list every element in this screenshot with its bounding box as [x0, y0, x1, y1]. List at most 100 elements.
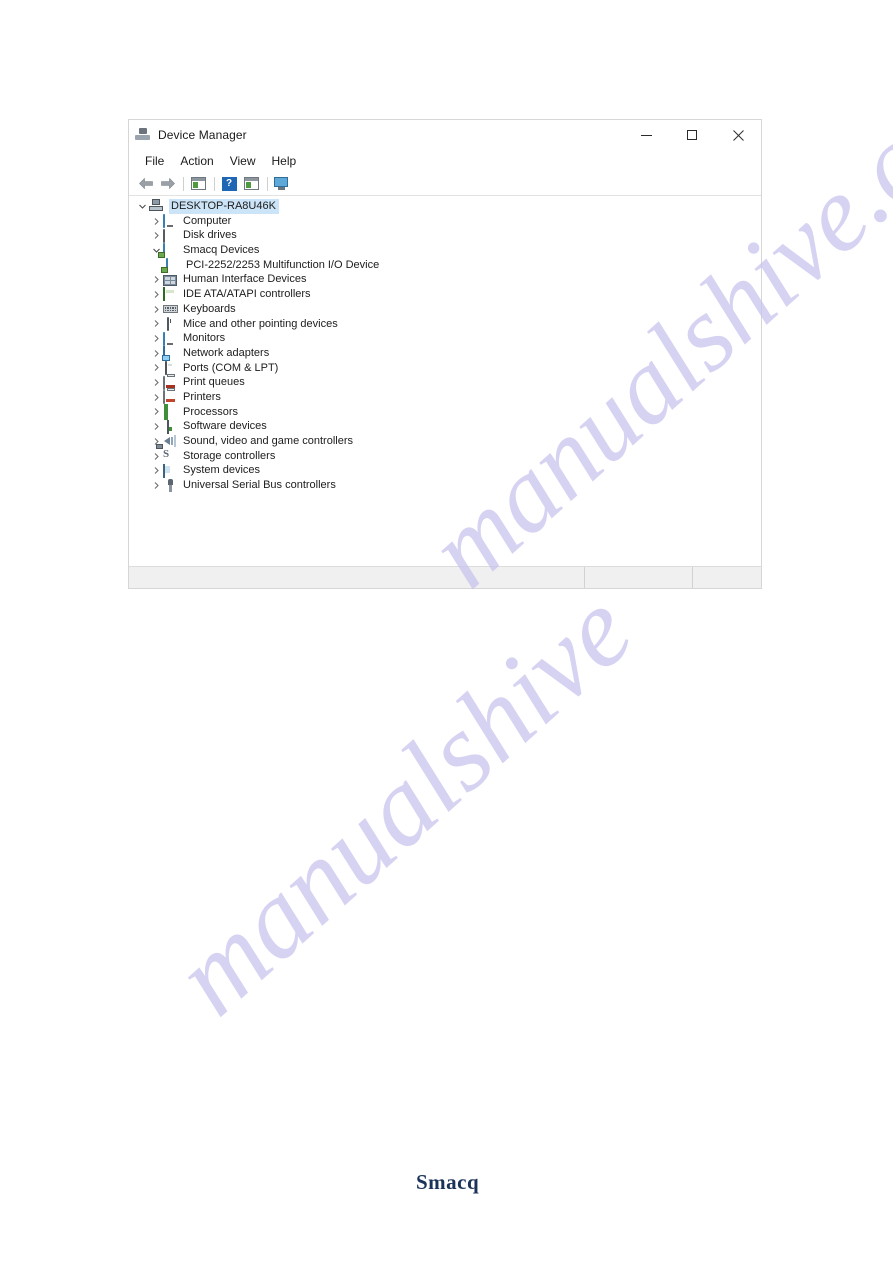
properties-button[interactable]: [188, 174, 208, 194]
processor-icon: [163, 403, 179, 420]
tree-item-label: Ports (COM & LPT): [183, 361, 279, 374]
chevron-right-icon[interactable]: [149, 407, 163, 416]
tree-item-label: Printers: [183, 390, 221, 403]
chevron-right-icon[interactable]: [149, 393, 163, 402]
tree-item-storage-controllers[interactable]: S Storage controllers: [129, 444, 761, 464]
chevron-right-icon[interactable]: [149, 290, 163, 299]
scan-hardware-changes-button[interactable]: [241, 174, 261, 194]
tree-item-network-adapters[interactable]: Network adapters: [129, 346, 761, 361]
toolbar-separator: [183, 176, 184, 191]
statusbar-segment-secondary: [585, 567, 693, 588]
window-caption-buttons: [623, 120, 761, 150]
tree-item-label: Keyboards: [183, 302, 236, 315]
back-button[interactable]: [135, 174, 155, 194]
maximize-icon: [687, 130, 697, 140]
toolbar: ?: [129, 172, 761, 196]
tree-item-label: Sound, video and game controllers: [183, 435, 353, 447]
tree-item-monitors[interactable]: Monitors: [129, 331, 761, 346]
minimize-icon: [640, 134, 652, 136]
usb-controller-icon: [163, 478, 179, 493]
statusbar: [129, 566, 761, 588]
tree-item-processors[interactable]: Processors: [129, 403, 761, 420]
forward-button[interactable]: [157, 174, 177, 194]
tree-item-sound-controllers[interactable]: Sound, video and game controllers: [129, 434, 761, 449]
tree-item-smacq-devices[interactable]: Smacq Devices: [129, 243, 761, 258]
tree-item-label: System devices: [183, 464, 261, 477]
tree-item-usb-controllers[interactable]: Universal Serial Bus controllers: [129, 478, 761, 493]
tree-item-label: Universal Serial Bus controllers: [183, 479, 336, 492]
tree-item-printers[interactable]: Printers: [129, 390, 761, 405]
chevron-right-icon[interactable]: [149, 466, 163, 475]
toolbar-separator: [214, 176, 215, 191]
device-manager-window: Device Manager File Action View Help ? D…: [128, 119, 762, 589]
tree-item-label: IDE ATA/ATAPI controllers: [183, 288, 311, 301]
tree-item-root[interactable]: DESKTOP-RA8U46K: [129, 199, 761, 214]
smacq-device-icon: [163, 243, 179, 258]
mouse-icon: [163, 316, 179, 331]
printer-icon: [163, 390, 179, 405]
monitor-icon: [163, 331, 179, 346]
tree-item-label: PCI-2252/2253 Multifunction I/O Device: [186, 258, 380, 271]
tree-item-human-interface-devices[interactable]: Human Interface Devices: [129, 272, 761, 287]
chevron-down-icon[interactable]: [135, 202, 149, 211]
properties-icon: [190, 177, 206, 190]
close-icon: [732, 129, 744, 141]
chevron-right-icon[interactable]: [149, 378, 163, 387]
chevron-right-icon[interactable]: [149, 422, 163, 431]
back-arrow-icon: [138, 178, 153, 189]
disk-drive-icon: [163, 228, 179, 243]
tree-item-software-devices[interactable]: Software devices: [129, 419, 761, 434]
tree-item-label: Print queues: [183, 376, 245, 389]
scan-hardware-changes-icon: [243, 177, 259, 190]
system-device-icon: [163, 463, 179, 478]
sound-controller-icon: [163, 434, 179, 448]
menu-item-help[interactable]: Help: [264, 152, 305, 170]
tree-item-label: DESKTOP-RA8U46K: [169, 199, 279, 214]
chevron-right-icon[interactable]: [149, 275, 163, 284]
tree-item-disk-drives[interactable]: Disk drives: [129, 228, 761, 243]
maximize-button[interactable]: [669, 120, 715, 150]
toolbar-separator: [267, 176, 268, 191]
tree-item-system-devices[interactable]: System devices: [129, 463, 761, 478]
chevron-right-icon[interactable]: [149, 305, 163, 314]
device-tree[interactable]: DESKTOP-RA8U46K Computer Disk drives Sma…: [129, 196, 761, 573]
chevron-right-icon[interactable]: [149, 363, 163, 372]
tree-item-label: Mice and other pointing devices: [183, 317, 338, 330]
window-title: Device Manager: [158, 128, 247, 142]
computer-root-icon: [149, 199, 165, 213]
tree-item-label: Monitors: [183, 332, 226, 345]
statusbar-segment-tertiary: [693, 567, 761, 588]
tree-item-print-queues[interactable]: Print queues: [129, 375, 761, 390]
tree-item-ports[interactable]: Ports (COM & LPT): [129, 360, 761, 376]
tree-item-mice[interactable]: Mice and other pointing devices: [129, 316, 761, 332]
minimize-button[interactable]: [623, 120, 669, 150]
chevron-right-icon[interactable]: [149, 481, 163, 490]
monitor-icon: [163, 214, 179, 229]
menubar: File Action View Help: [129, 150, 761, 172]
close-button[interactable]: [715, 120, 761, 150]
tree-item-label: Smacq Devices: [183, 244, 260, 257]
tree-item-label: Processors: [183, 405, 239, 418]
chevron-right-icon[interactable]: [149, 319, 163, 328]
chevron-right-icon[interactable]: [149, 217, 163, 226]
chevron-right-icon[interactable]: [149, 334, 163, 343]
statusbar-segment-main: [129, 567, 585, 588]
menu-item-view[interactable]: View: [222, 152, 264, 170]
chevron-right-icon[interactable]: [149, 231, 163, 240]
help-icon: ?: [221, 176, 237, 191]
update-driver-icon: [274, 177, 290, 190]
tree-item-label: Human Interface Devices: [183, 273, 307, 286]
tree-item-computer[interactable]: Computer: [129, 214, 761, 229]
menu-item-action[interactable]: Action: [172, 152, 221, 170]
update-driver-button[interactable]: [272, 174, 292, 194]
tree-item-label: Computer: [183, 214, 232, 227]
window-titlebar: Device Manager: [129, 120, 761, 150]
tree-item-keyboards[interactable]: Keyboards: [129, 302, 761, 317]
help-button[interactable]: ?: [219, 174, 239, 194]
chevron-right-icon[interactable]: [149, 452, 163, 461]
menu-item-file[interactable]: File: [137, 152, 172, 170]
chevron-right-icon[interactable]: [149, 349, 163, 358]
tree-item-ide-controllers[interactable]: IDE ATA/ATAPI controllers: [129, 287, 761, 302]
smacq-logo: Smacq: [416, 1170, 480, 1194]
tree-item-pci-device[interactable]: PCI-2252/2253 Multifunction I/O Device: [129, 258, 761, 273]
